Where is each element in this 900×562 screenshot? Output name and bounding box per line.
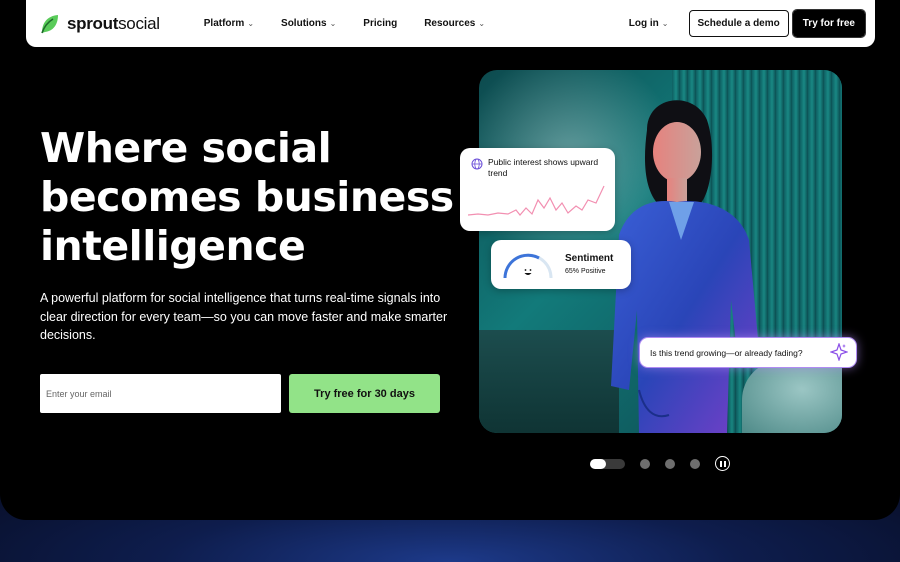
carousel-dot[interactable] [640, 458, 650, 469]
chevron-down-icon: ⌄ [247, 19, 255, 28]
nav-actions: Log in ⌄ Schedule a demo Try for free [629, 9, 867, 38]
hero-headline: Where social becomes business intelligen… [40, 124, 454, 270]
nav-menu: Platform ⌄ Solutions ⌄ Pricing Resources ⌄ [204, 18, 512, 29]
sprout-logo-icon [41, 14, 58, 33]
hero-subtext: A powerful platform for social intellige… [40, 291, 448, 342]
carousel-dot[interactable] [690, 458, 700, 469]
sentiment-title: Sentiment [565, 253, 614, 264]
trend-card: Public interest shows upward trend [460, 148, 615, 231]
nav-item-resources[interactable]: Resources ⌄ [424, 18, 485, 29]
carousel-dot-active[interactable] [590, 458, 625, 469]
nav-item-platform[interactable]: Platform ⌄ [204, 18, 254, 29]
chevron-down-icon: ⌄ [478, 19, 486, 28]
chevron-down-icon: ⌄ [329, 19, 337, 28]
logo[interactable]: sproutsocial [39, 13, 160, 35]
email-input[interactable] [40, 374, 281, 413]
trend-line-chart [468, 185, 605, 216]
sentiment-card: Sentiment 65% Positive [491, 240, 631, 289]
try-free-30-days-button[interactable]: Try free for 30 days [289, 374, 440, 413]
sentiment-value: 65% Positive [565, 268, 606, 275]
chevron-down-icon: ⌄ [661, 19, 669, 28]
nav-item-pricing[interactable]: Pricing [363, 18, 397, 29]
smile-icon [521, 265, 535, 279]
carousel-dot[interactable] [665, 458, 675, 469]
question-text: Is this trend growing—or already fading? [650, 348, 803, 358]
question-card: Is this trend growing—or already fading? [639, 337, 857, 368]
carousel-controls [590, 456, 730, 471]
schedule-demo-button[interactable]: Schedule a demo [688, 10, 789, 37]
nav-item-solutions[interactable]: Solutions ⌄ [281, 18, 336, 29]
hero-section: sproutsocial Platform ⌄ Solutions ⌄ Pricin… [0, 0, 900, 520]
login-link[interactable]: Log in ⌄ [629, 18, 669, 29]
globe-icon [471, 158, 483, 170]
pause-icon[interactable] [715, 456, 730, 471]
try-for-free-button[interactable]: Try for free [791, 9, 867, 38]
sparkle-icon [830, 343, 848, 361]
logo-text: sproutsocial [67, 13, 160, 33]
top-nav: sproutsocial Platform ⌄ Solutions ⌄ Pricin… [26, 0, 875, 47]
trend-card-title: Public interest shows upward trend [488, 157, 599, 178]
sentiment-gauge [503, 253, 553, 279]
